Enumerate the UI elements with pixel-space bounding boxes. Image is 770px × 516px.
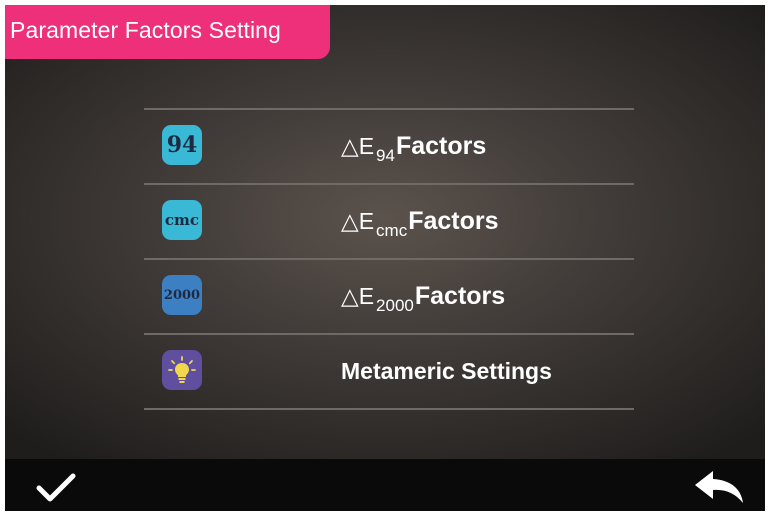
checkmark-icon xyxy=(36,473,76,502)
parameter-menu: 94 △E 94 Factors cmc △E cmc Factors 2000 △E 2… xyxy=(144,108,634,410)
menu-item-de2000-factors[interactable]: 2000 △E 2000 Factors xyxy=(144,260,634,333)
menu-item-label: △E 2000 Factors xyxy=(341,282,506,315)
de2000-icon: 2000 xyxy=(162,275,202,315)
back-button[interactable] xyxy=(691,467,747,507)
back-arrow-icon xyxy=(695,471,743,503)
page-title: Parameter Factors Setting xyxy=(5,5,330,59)
menu-item-metameric-settings[interactable]: Metameric Settings xyxy=(144,335,634,408)
divider xyxy=(144,408,634,410)
menu-item-label: △E cmc Factors xyxy=(341,207,499,240)
menu-item-label: △E 94 Factors xyxy=(341,132,487,165)
decmc-icon: cmc xyxy=(162,200,202,240)
de94-icon: 94 xyxy=(162,125,202,165)
confirm-button[interactable] xyxy=(34,467,78,507)
menu-item-de94-factors[interactable]: 94 △E 94 Factors xyxy=(144,110,634,183)
menu-item-label: Metameric Settings xyxy=(341,358,552,384)
screen: Parameter Factors Setting 94 △E 94 Factors… xyxy=(5,5,765,511)
menu-item-decmc-factors[interactable]: cmc △E cmc Factors xyxy=(144,185,634,258)
lightbulb-icon xyxy=(162,350,202,390)
bottom-bar xyxy=(5,459,765,511)
